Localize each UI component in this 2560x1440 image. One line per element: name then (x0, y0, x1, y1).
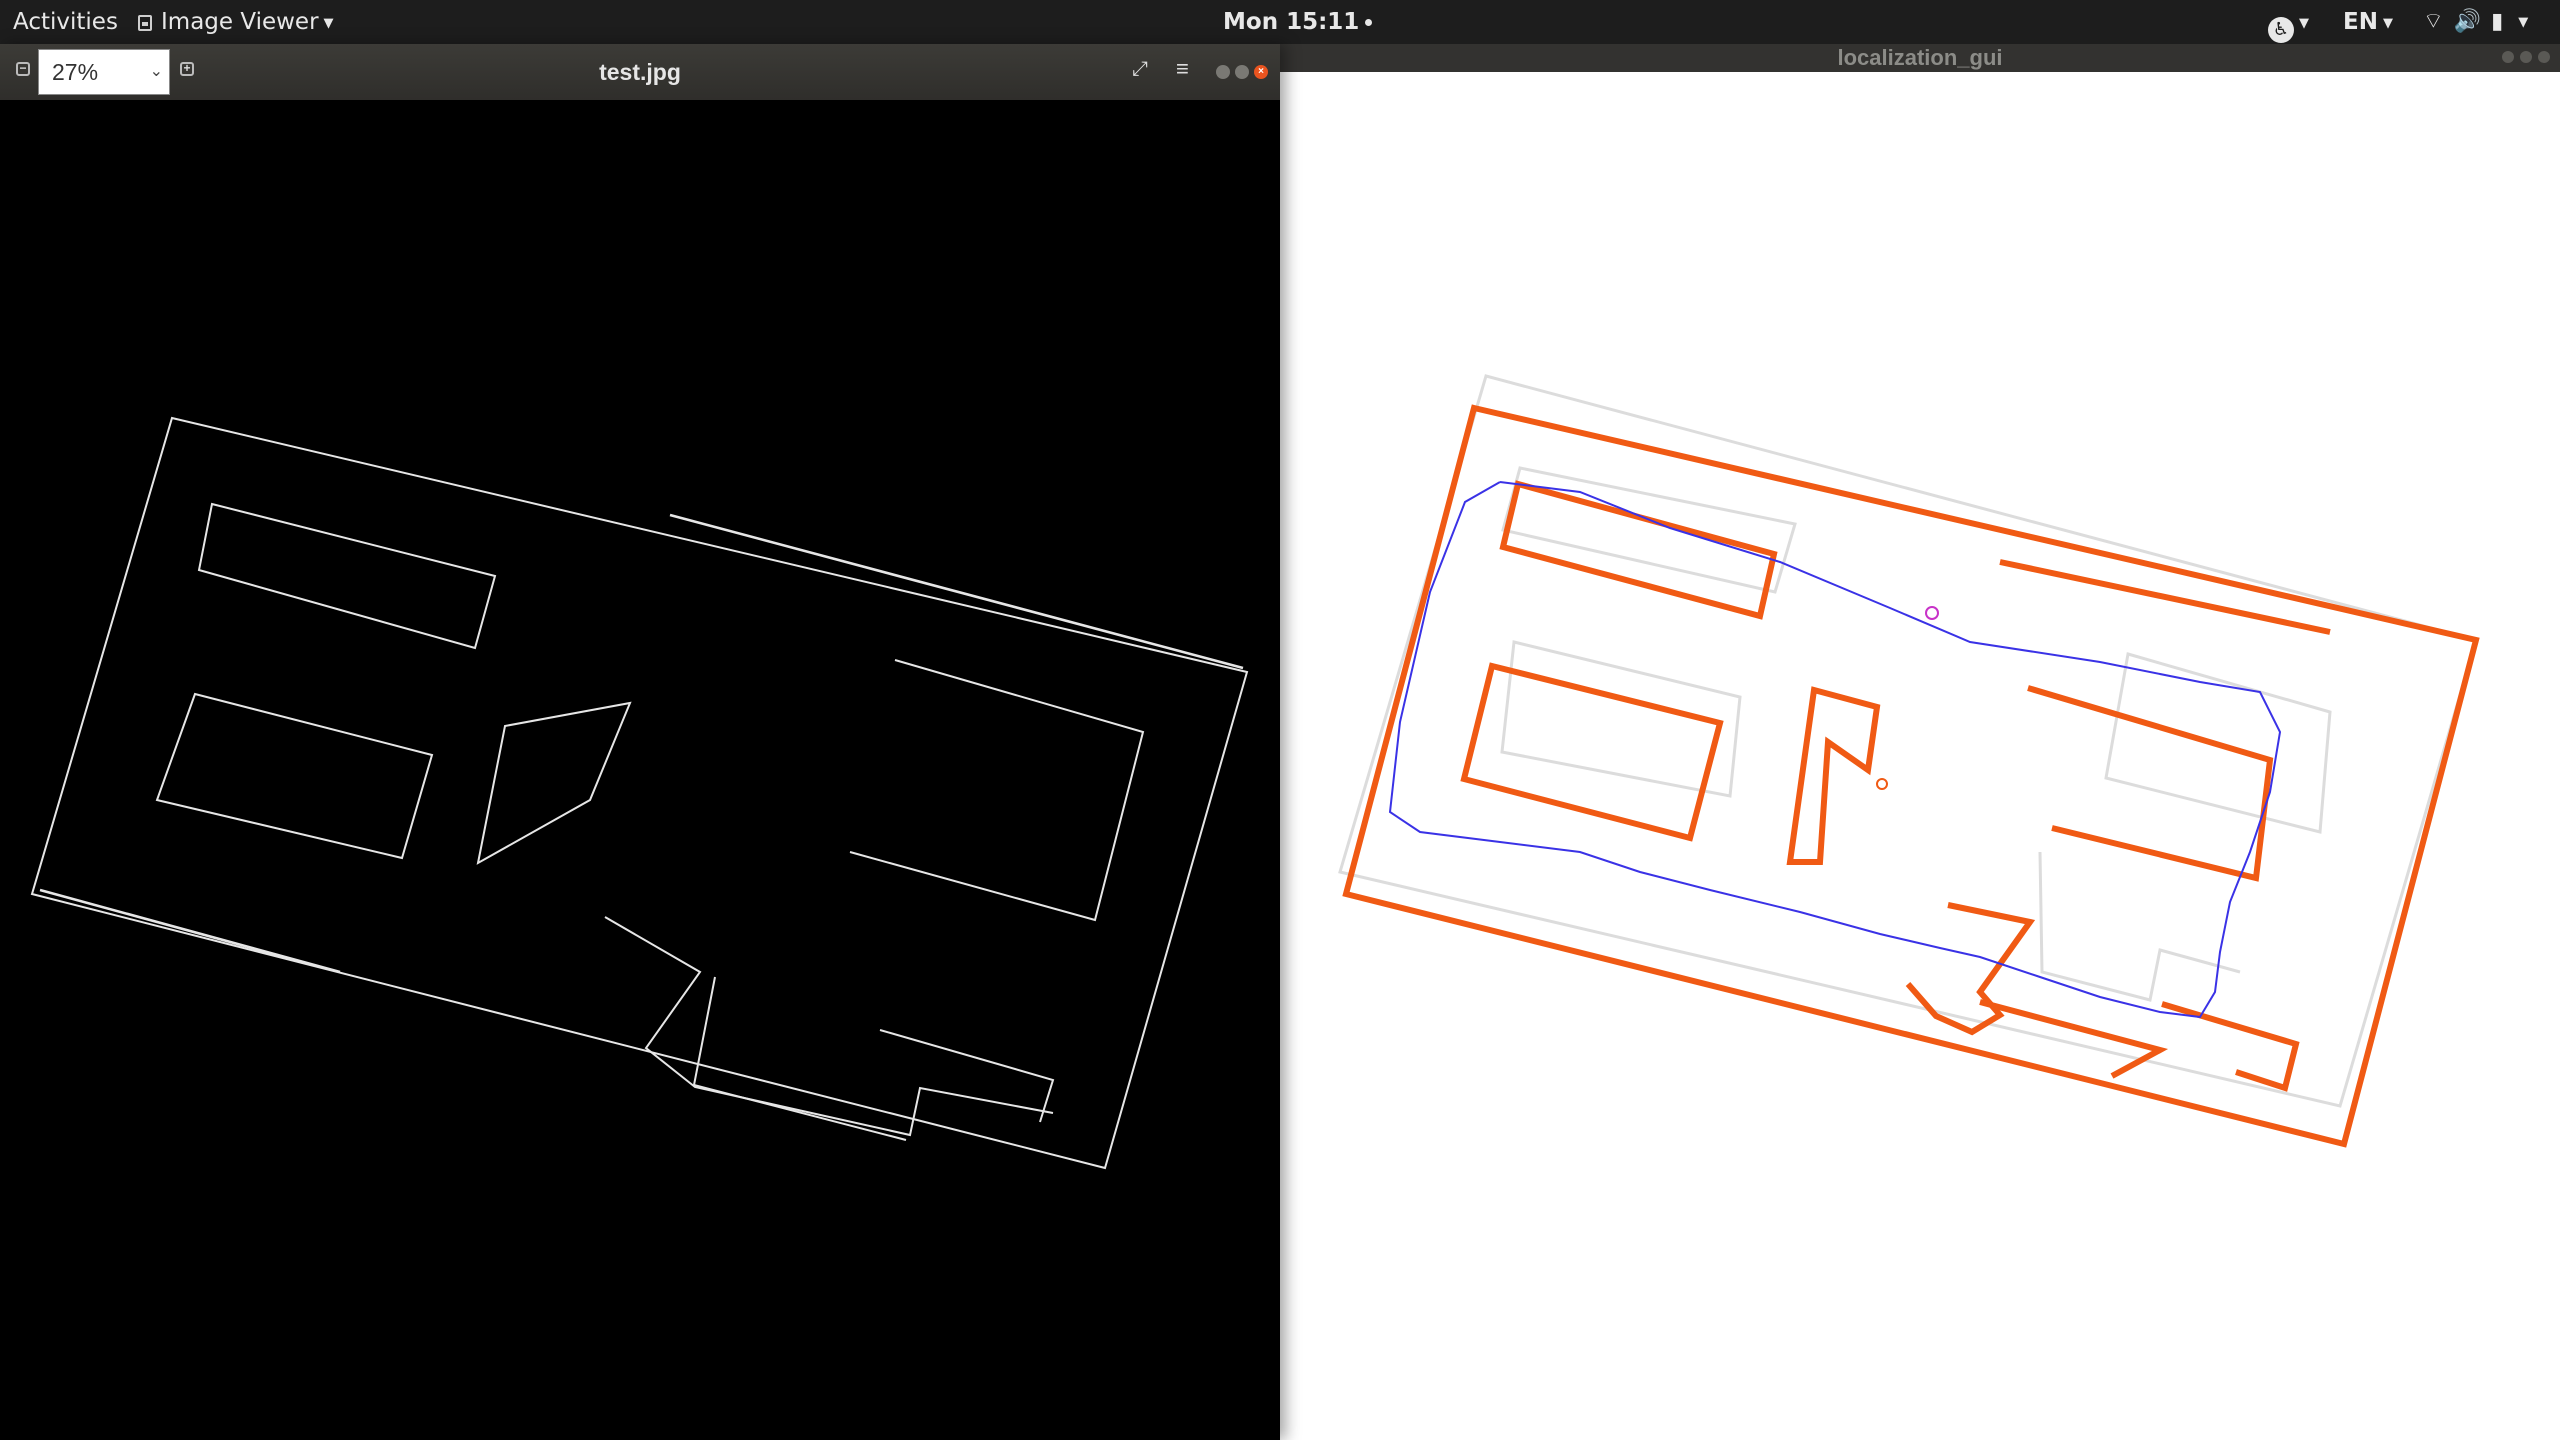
edge-lines (30, 416, 1249, 1170)
image-canvas[interactable] (0, 100, 1280, 1440)
chevron-down-icon: ▼ (2382, 16, 2393, 31)
edge-box-left (155, 692, 434, 860)
localization-map (1338, 374, 2480, 1148)
estimated-map (1342, 404, 2480, 1148)
edge-lower-block-a (604, 916, 1054, 1137)
battery-icon: ▮ (2491, 9, 2504, 34)
map-box-right (2027, 685, 2274, 882)
landmark-marker (1876, 778, 1888, 790)
system-menu[interactable]: ⌔ 🔊 ▮ ▼ (2423, 0, 2538, 44)
volume-icon: 🔊 (2453, 9, 2482, 34)
edge-lower-block-b (692, 976, 907, 1141)
map-box-top-left (1499, 480, 1778, 620)
localization-map-canvas[interactable] (1280, 72, 2560, 1440)
chevron-down-icon: ▼ (2299, 16, 2309, 31)
map-outer-wall (1342, 404, 2480, 1148)
localization-gui-window[interactable]: localization_gui (1280, 44, 2560, 1440)
minimize-button[interactable] (2502, 51, 2514, 63)
reference-lower-block (2038, 851, 2241, 1002)
close-icon: × (1258, 66, 1264, 77)
reference-outer-wall (1338, 374, 2478, 1108)
notification-dot-icon (1365, 19, 1373, 26)
app-menu[interactable]: Image Viewer ▼ (138, 0, 334, 44)
wifi-icon: ⌔ (2423, 9, 2444, 34)
language-menu[interactable]: EN ▼ (2343, 0, 2393, 44)
language-label: EN (2343, 9, 2378, 35)
image-viewer-header-bar: − 27% ⌄ + test.jpg ⤢ ≡ × (0, 44, 1280, 101)
maximize-button[interactable] (2520, 51, 2532, 63)
map-lower-right (2161, 1001, 2300, 1092)
reference-map (1338, 374, 2478, 1108)
edge-triangle (476, 701, 632, 865)
localization-gui-titlebar: localization_gui (1280, 44, 2560, 72)
window-title: test.jpg (599, 59, 681, 85)
edge-top-double (669, 513, 1244, 670)
map-lower-block (1979, 999, 2169, 1079)
activities-button[interactable]: Activities (13, 0, 118, 44)
image-viewer-window[interactable]: − 27% ⌄ + test.jpg ⤢ ≡ × (0, 44, 1280, 1440)
edge-image (30, 416, 1249, 1170)
top-bar: Activities Image Viewer ▼ Mon 15:11 ♿ ▼ EN… (0, 0, 2560, 44)
edge-box-right (849, 659, 1145, 922)
robot-pose-marker (1925, 606, 1939, 620)
accessibility-menu[interactable]: ♿ ▼ (2268, 0, 2309, 44)
fullscreen-icon: ⤢ (1132, 58, 1148, 80)
close-button[interactable]: × (1254, 65, 1268, 79)
edge-box-top-left (197, 502, 497, 650)
chevron-down-icon: ▼ (323, 16, 334, 31)
accessibility-icon: ♿ (2268, 17, 2294, 43)
window-title: localization_gui (1837, 45, 2003, 70)
image-viewer-app-icon (138, 15, 152, 31)
map-triangle (1786, 686, 1881, 865)
edge-bottom-double (39, 888, 341, 974)
close-button[interactable] (2538, 51, 2550, 63)
hamburger-menu-icon: ≡ (1176, 56, 1189, 81)
menu-button[interactable]: ≡ (1176, 56, 1189, 82)
edge-outer-wall (30, 416, 1249, 1170)
maximize-button[interactable] (1235, 65, 1249, 79)
clock[interactable]: Mon 15:11 (1223, 0, 1373, 44)
app-menu-label: Image Viewer (161, 9, 319, 35)
clock-text: Mon 15:11 (1223, 9, 1360, 35)
reference-box-top-left (1501, 466, 1797, 594)
minimize-button[interactable] (1216, 65, 1230, 79)
fullscreen-button[interactable]: ⤢ (1132, 58, 1148, 81)
chevron-down-icon: ▼ (2518, 15, 2529, 30)
